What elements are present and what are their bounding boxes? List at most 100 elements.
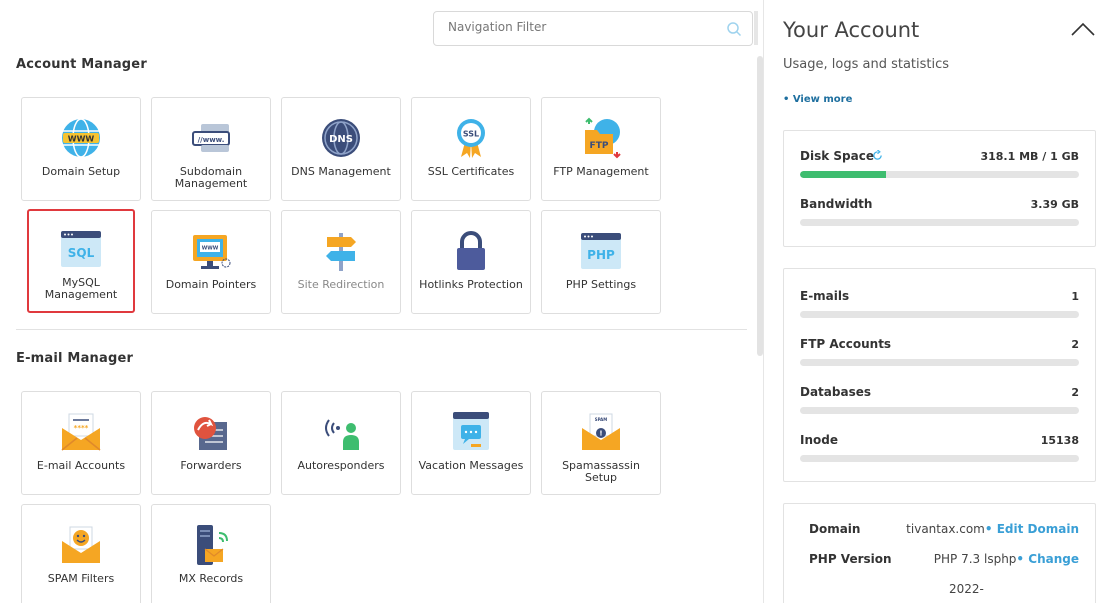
account-subtitle: Usage, logs and statistics (783, 57, 950, 72)
info-key: Domain (809, 522, 861, 536)
edit-domain-link[interactable]: • Edit Domain (985, 522, 1079, 536)
tile-label: DNS Management (291, 165, 391, 178)
php-icon: PHP (581, 233, 621, 269)
domain-value: tivantax.com (906, 522, 985, 536)
navigation-panel: Account Manager WWW Domain Setup / (0, 0, 760, 603)
info-card: Domain tivantax.com• Edit Domain PHP Ver… (783, 503, 1096, 603)
subdomain-icon: //www. (192, 124, 230, 152)
stat-value: 3.39 GB (1030, 198, 1079, 211)
svg-text://www.: //www. (198, 136, 225, 144)
email-manager-title: E-mail Manager (16, 351, 134, 366)
stat-value: 2 (1071, 386, 1079, 399)
tile-subdomain-management[interactable]: //www. Subdomain Management (151, 97, 271, 201)
svg-text:FTP: FTP (590, 141, 609, 151)
tile-label: E-mail Accounts (36, 459, 126, 472)
stat-name: Disk Space (800, 149, 874, 163)
info-value: tivantax.com• Edit Domain (906, 522, 1079, 536)
tile-mx-records[interactable]: MX Records (151, 504, 271, 603)
info-value: PHP 7.3 lsphp• Change (934, 552, 1079, 566)
tile-label: Hotlinks Protection (419, 278, 523, 291)
tile-label: Subdomain Management (174, 165, 248, 190)
progress-bar (800, 219, 1079, 226)
svg-text:SSL: SSL (463, 130, 479, 139)
tile-vacation-messages[interactable]: Vacation Messages (411, 391, 531, 495)
progress-bar (800, 407, 1079, 414)
progress-fill (800, 171, 887, 178)
view-more-link[interactable]: • View more (783, 94, 852, 105)
tile-ssl-certificates[interactable]: SSL SSL Certificates (411, 97, 531, 201)
svg-text:SQL: SQL (68, 246, 95, 260)
stat-value: 15138 (1040, 434, 1079, 447)
progress-bar (800, 311, 1079, 318)
change-php-link[interactable]: • Change (1016, 552, 1079, 566)
tile-label: MySQL Management (44, 276, 118, 301)
tile-label: FTP Management (553, 165, 649, 178)
forward-icon (194, 417, 227, 450)
stat-name: Databases (800, 385, 872, 399)
tile-domain-pointers[interactable]: WWW Domain Pointers (151, 210, 271, 314)
refresh-icon[interactable] (872, 150, 883, 161)
tile-label: Autoresponders (297, 459, 385, 472)
tile-email-accounts[interactable]: **** E-mail Accounts (21, 391, 141, 495)
stat-value: 1 (1071, 290, 1079, 303)
chevron-up-icon[interactable] (1070, 20, 1096, 38)
svg-text:WWW: WWW (202, 246, 219, 252)
svg-text:!: ! (599, 430, 602, 438)
tile-domain-setup[interactable]: WWW Domain Setup (21, 97, 141, 201)
spam-mail-icon: SPAM ! (582, 413, 620, 450)
tile-label: MX Records (178, 572, 244, 585)
sql-icon: SQL (61, 231, 101, 267)
search-icon[interactable] (726, 21, 742, 37)
tile-hotlinks-protection[interactable]: Hotlinks Protection (411, 210, 531, 314)
tile-label: Domain Setup (41, 165, 121, 178)
globe-www-icon: WWW (62, 118, 100, 158)
tile-label: Spamassassin Setup (562, 459, 640, 484)
svg-text:PHP: PHP (587, 248, 615, 262)
tile-label: Domain Pointers (165, 278, 257, 291)
ftp-icon: FTP (585, 117, 621, 159)
tile-label: PHP Settings (565, 278, 637, 291)
stat-value: 2 (1071, 338, 1079, 351)
progress-bar (800, 455, 1079, 462)
tile-mysql-management[interactable]: SQL MySQL Management (27, 209, 135, 313)
tile-forwarders[interactable]: Forwarders (151, 391, 271, 495)
progress-bar (800, 171, 1079, 178)
account-title: Your Account (783, 18, 920, 42)
tile-site-redirection[interactable]: Site Redirection (281, 210, 401, 314)
panel-separator (763, 0, 764, 603)
stat-name: E-mails (800, 289, 850, 303)
tile-ftp-management[interactable]: FTP FTP Management (541, 97, 661, 201)
mx-records-icon (197, 525, 228, 565)
stat-name: Bandwidth (800, 197, 873, 211)
autoresponder-icon (325, 419, 359, 450)
tile-label: SPAM Filters (47, 572, 115, 585)
stat-name: Inode (800, 433, 838, 447)
usage-card: Disk Space 318.1 MB / 1 GB Bandwidth 3.3… (783, 130, 1096, 247)
tile-dns-management[interactable]: DNS DNS Management (281, 97, 401, 201)
tile-spam-filters[interactable]: SPAM Filters (21, 504, 141, 603)
tile-label: SSL Certificates (427, 165, 515, 178)
vacation-icon (453, 412, 489, 450)
page: Account Manager WWW Domain Setup / (0, 0, 1109, 603)
tile-spamassassin-setup[interactable]: SPAM ! Spamassassin Setup (541, 391, 661, 495)
lock-icon (457, 231, 485, 270)
navigation-filter-input[interactable] (448, 20, 718, 34)
section-divider (16, 329, 747, 330)
php-version-value: PHP 7.3 lsphp (933, 552, 1017, 566)
tile-php-settings[interactable]: PHP PHP Settings (541, 210, 661, 314)
filter-scroll-track (754, 11, 758, 45)
counts-card: E-mails 1 FTP Accounts 2 Databases 2 Ino… (783, 268, 1096, 482)
spam-filter-icon (62, 526, 100, 563)
svg-text:WWW: WWW (68, 135, 95, 144)
info-key: PHP Version (809, 552, 892, 566)
account-manager-title: Account Manager (16, 57, 147, 72)
navigation-filter[interactable] (433, 11, 753, 46)
tile-label: Forwarders (180, 459, 242, 472)
tile-label: Vacation Messages (418, 459, 524, 472)
tile-autoresponders[interactable]: Autoresponders (281, 391, 401, 495)
svg-text:DNS: DNS (329, 134, 353, 145)
ssl-icon: SSL (457, 119, 485, 158)
svg-text:SPAM: SPAM (595, 417, 608, 422)
date-value: 2022- (949, 582, 984, 596)
domain-pointer-icon: WWW (193, 235, 231, 269)
